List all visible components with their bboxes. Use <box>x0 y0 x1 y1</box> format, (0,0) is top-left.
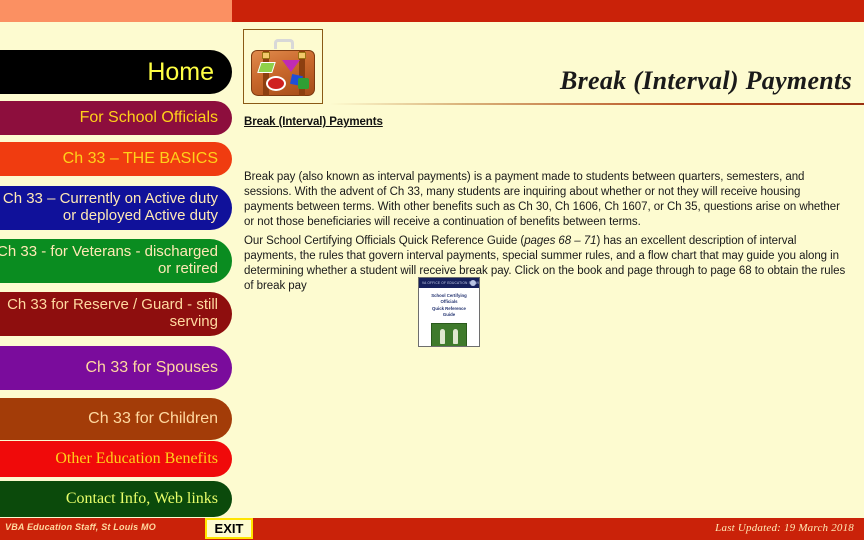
sidebar-item-ch33-reserve-guard[interactable]: Ch 33 for Reserve / Guard - still servin… <box>0 292 232 336</box>
sidebar-item-label-spouses: Ch 33 for Spouses <box>85 359 218 377</box>
sidebar-item-ch33-veterans[interactable]: Ch 33 - for Veterans - discharged or ret… <box>0 239 232 283</box>
sidebar-item-label-children: Ch 33 for Children <box>88 410 218 428</box>
suitcase-sticker-red <box>266 76 286 91</box>
suitcase-handle-icon <box>274 39 294 49</box>
content-heading: Break (Interval) Payments <box>244 116 383 128</box>
title-divider <box>330 103 864 105</box>
book-cover-title: School Certifying Officials Quick Refere… <box>419 293 479 319</box>
sidebar-item-label-contact: Contact Info, Web links <box>65 490 218 508</box>
suitcase-latch-left <box>262 52 270 59</box>
book-cover-photo <box>431 322 467 346</box>
sidebar-item-label-home: Home <box>147 58 214 86</box>
sidebar-item-label-reserve: Ch 33 for Reserve / Guard - still servin… <box>7 296 218 330</box>
page-title: Break (Interval) Payments <box>559 66 852 95</box>
footer-bar: VBA Education Staff, St Louis MO Last Up… <box>0 518 864 540</box>
suitcase-latch-right <box>298 52 306 59</box>
paragraph-2-emphasis: pages 68 – 71 <box>524 234 597 247</box>
book-cover-band: VA OFFICE OF EDUCATION SERVICE <box>419 278 479 288</box>
sidebar-item-ch33-active-duty[interactable]: Ch 33 – Currently on Active duty or depl… <box>0 186 232 230</box>
va-seal-icon <box>470 280 476 286</box>
suitcase-icon <box>243 29 323 104</box>
sidebar-item-for-school-officials[interactable]: For School Officials <box>0 101 232 135</box>
sidebar-item-label-other: Other Education Benefits <box>55 450 218 468</box>
sidebar-item-label-basics: Ch 33 – THE BASICS <box>62 150 218 168</box>
sidebar-item-ch33-spouses[interactable]: Ch 33 for Spouses <box>0 346 232 390</box>
sidebar-item-label-school: For School Officials <box>79 109 218 127</box>
sidebar-item-contact-info-web-links[interactable]: Contact Info, Web links <box>0 481 232 517</box>
sidebar-item-home[interactable]: Home <box>0 50 232 94</box>
sidebar-item-ch33-children[interactable]: Ch 33 for Children <box>0 398 232 440</box>
footer-last-updated-text: Last Updated: 19 March 2018 <box>715 522 854 534</box>
book-photo-figure-right <box>453 328 458 344</box>
top-banner-right-block <box>232 0 864 22</box>
slide-canvas: Break (Interval) Payments Home For Schoo… <box>0 0 864 540</box>
paragraph-2-part-a: Our School Certifying Officials Quick Re… <box>244 234 525 247</box>
content-paragraph-2: Our School Certifying Officials Quick Re… <box>244 234 848 295</box>
sidebar-item-ch33-the-basics[interactable]: Ch 33 – THE BASICS <box>0 142 232 176</box>
exit-button[interactable]: EXIT <box>205 518 253 539</box>
book-photo-figure-left <box>440 328 445 344</box>
sidebar-item-other-education-benefits[interactable]: Other Education Benefits <box>0 441 232 477</box>
footer-credit-text: VBA Education Staff, St Louis MO <box>5 522 156 532</box>
quick-reference-guide-book-icon[interactable]: VA OFFICE OF EDUCATION SERVICE School Ce… <box>418 277 480 347</box>
sidebar-item-label-veterans: Ch 33 - for Veterans - discharged or ret… <box>0 243 218 277</box>
sidebar-item-label-active: Ch 33 – Currently on Active duty or depl… <box>2 190 218 224</box>
sidebar-nav: Home For School Officials Ch 33 – THE BA… <box>0 0 240 540</box>
content-paragraph-1: Break pay (also known as interval paymen… <box>244 170 840 229</box>
suitcase-sticker-green-square <box>298 78 309 89</box>
book-title-line-4: Guide <box>442 312 456 318</box>
suitcase-sticker-triangle <box>282 60 300 72</box>
